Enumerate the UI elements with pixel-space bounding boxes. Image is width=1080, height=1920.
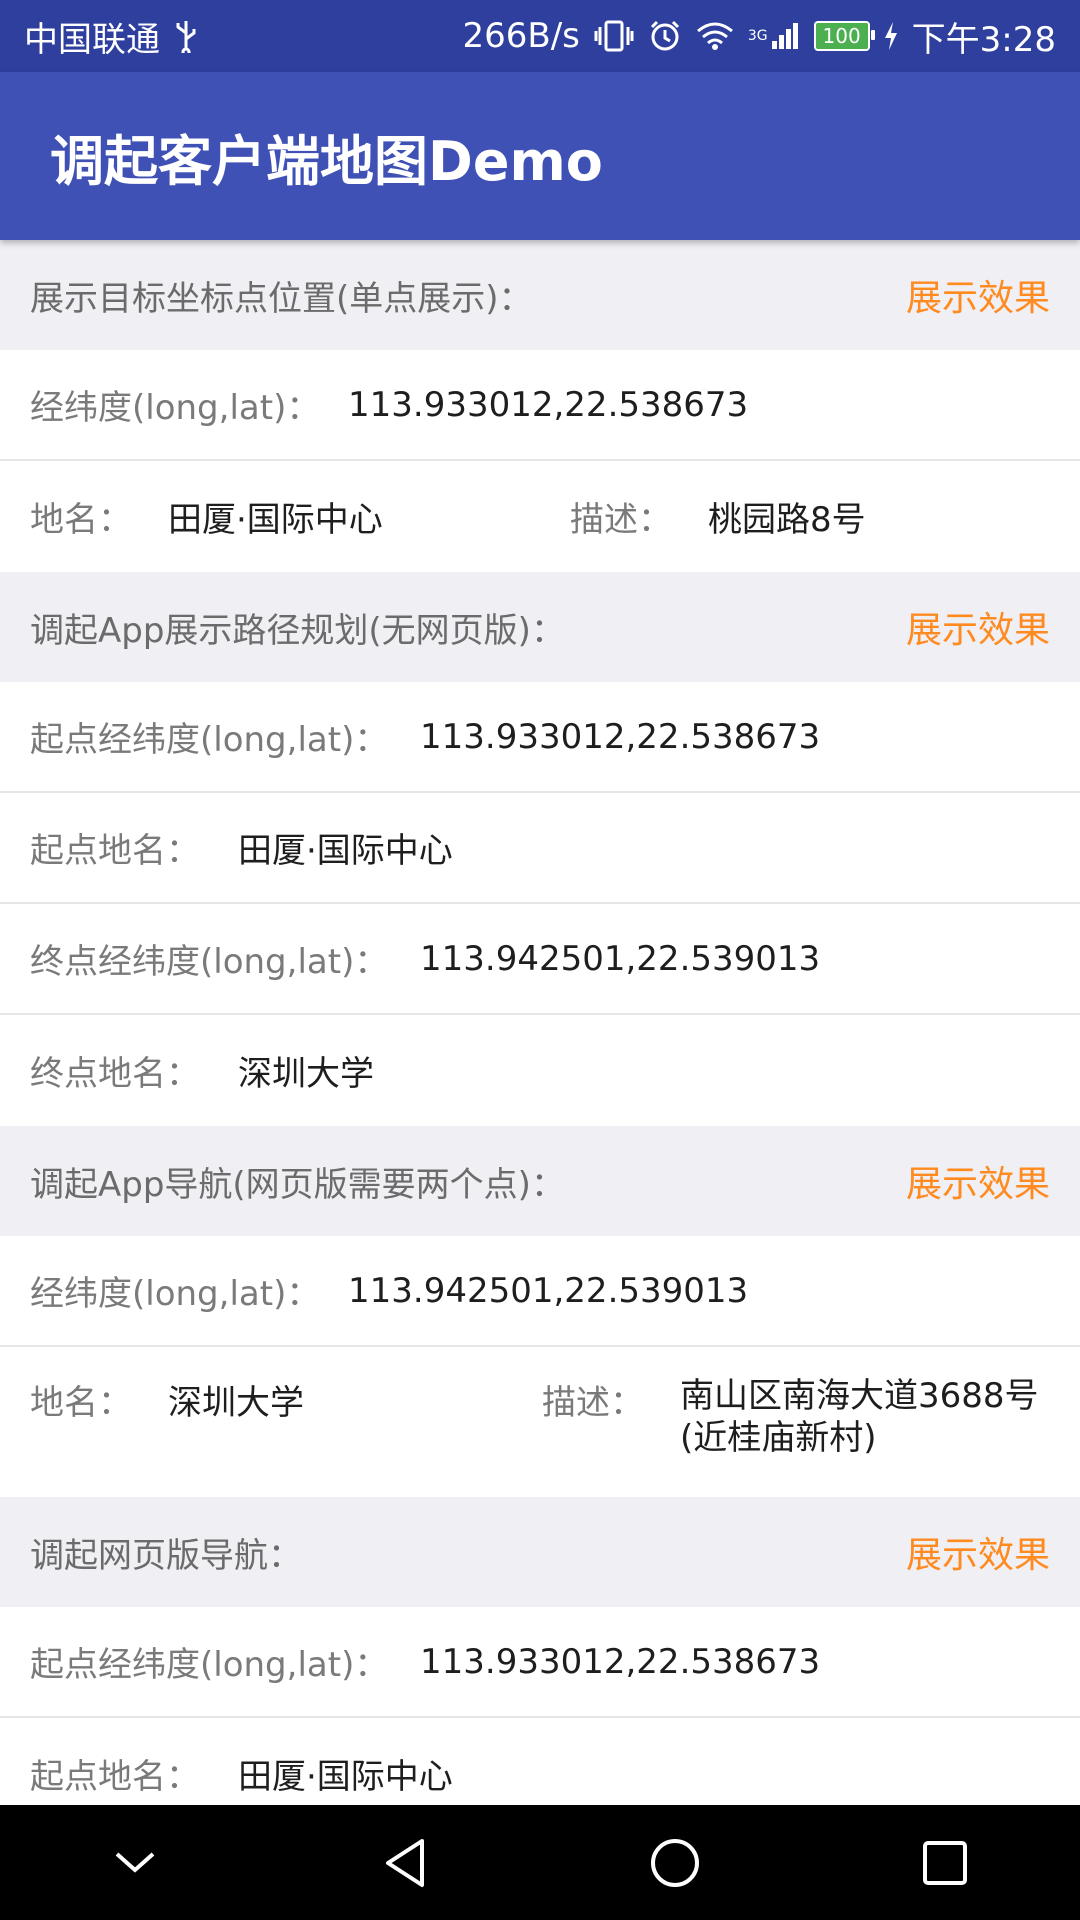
section-header-route-plan: 调起App展示路径规划(无网页版)： 展示效果	[0, 572, 1080, 682]
cell-signal-icon: 3G	[748, 21, 800, 51]
end-coord-label: 终点经纬度(long,lat)：	[30, 942, 389, 982]
start-name-value: 田厦·国际中心	[238, 1757, 453, 1797]
start-coord-label: 起点经纬度(long,lat)：	[30, 1645, 389, 1685]
coord-row: 经纬度(long,lat)： 113.933012,22.538673	[0, 350, 1080, 461]
desc-group: 描述： 桃园路8号	[570, 492, 866, 541]
desc-label: 描述：	[570, 500, 672, 540]
start-coord-label: 起点经纬度(long,lat)：	[30, 720, 389, 760]
coord-value: 113.933012,22.538673	[348, 384, 749, 425]
end-name-label: 终点地名：	[30, 1054, 200, 1094]
wifi-icon	[696, 21, 734, 51]
app-title: 调起客户端地图Demo	[50, 129, 603, 193]
recents-icon[interactable]	[885, 1805, 1005, 1920]
section-title: 调起App展示路径规划(无网页版)：	[30, 610, 565, 651]
start-coord-value: 113.933012,22.538673	[420, 716, 821, 757]
show-effect-button[interactable]: 展示效果	[906, 1526, 1050, 1578]
alarm-icon	[648, 19, 682, 53]
usb-icon	[174, 19, 198, 53]
carrier-label: 中国联通	[24, 19, 160, 60]
coord-label: 经纬度(long,lat)：	[30, 388, 321, 428]
section-title: 调起网页版导航：	[30, 1535, 302, 1576]
status-bar: 中国联通 266B/s 3G 100 下午3:28	[0, 0, 1080, 72]
app-bar: 调起客户端地图Demo	[0, 72, 1080, 240]
name-group: 地名： 深圳大学	[30, 1375, 542, 1424]
section-title: 展示目标坐标点位置(单点展示)：	[30, 278, 533, 319]
start-coord-row: 起点经纬度(long,lat)： 113.933012,22.538673	[0, 1607, 1080, 1718]
desc-line-2: (近桂庙新村)	[680, 1418, 877, 1458]
vibrate-icon	[594, 19, 634, 53]
section-title: 调起App导航(网页版需要两个点)：	[30, 1164, 565, 1205]
start-name-row: 起点地名： 田厦·国际中心	[0, 1718, 1080, 1805]
coord-label: 经纬度(long,lat)：	[30, 1274, 321, 1314]
chevron-down-icon[interactable]	[75, 1805, 195, 1920]
end-name-row: 终点地名： 深圳大学	[0, 1015, 1080, 1126]
network-type: 3G	[747, 28, 768, 44]
start-name-value: 田厦·国际中心	[238, 831, 453, 871]
desc-value: 南山区南海大道3688号 (近桂庙新村)	[680, 1375, 1050, 1459]
desc-label: 描述：	[542, 1383, 644, 1423]
section-header-web-navigation: 调起网页版导航： 展示效果	[0, 1497, 1080, 1607]
name-value: 深圳大学	[168, 1383, 304, 1423]
section-header-single-point: 展示目标坐标点位置(单点展示)： 展示效果	[0, 240, 1080, 350]
navigation-bar	[0, 1805, 1080, 1920]
start-name-row: 起点地名： 田厦·国际中心	[0, 793, 1080, 904]
desc-value: 桃园路8号	[708, 500, 866, 540]
charging-icon	[884, 22, 898, 50]
start-coord-row: 起点经纬度(long,lat)： 113.933012,22.538673	[0, 682, 1080, 793]
end-name-value: 深圳大学	[238, 1054, 374, 1094]
name-label: 地名：	[30, 500, 132, 540]
end-coord-row: 终点经纬度(long,lat)： 113.942501,22.539013	[0, 904, 1080, 1015]
show-effect-button[interactable]: 展示效果	[906, 601, 1050, 653]
end-coord-value: 113.942501,22.539013	[420, 938, 821, 979]
clock: 下午3:28	[911, 19, 1056, 60]
desc-line-1: 南山区南海大道3688号	[680, 1376, 1039, 1416]
name-desc-row: 地名： 深圳大学 描述： 南山区南海大道3688号 (近桂庙新村)	[0, 1347, 1080, 1497]
content-list[interactable]: 展示目标坐标点位置(单点展示)： 展示效果 经纬度(long,lat)： 113…	[0, 240, 1080, 1805]
show-effect-button[interactable]: 展示效果	[906, 269, 1050, 321]
home-icon[interactable]	[615, 1805, 735, 1920]
coord-value: 113.942501,22.539013	[348, 1270, 749, 1311]
section-header-navigation: 调起App导航(网页版需要两个点)： 展示效果	[0, 1126, 1080, 1236]
battery-icon: 100	[813, 21, 875, 51]
name-value: 田厦·国际中心	[168, 500, 383, 540]
coord-row: 经纬度(long,lat)： 113.942501,22.539013	[0, 1236, 1080, 1347]
start-coord-value: 113.933012,22.538673	[420, 1641, 821, 1682]
battery-level: 100	[822, 24, 861, 48]
show-effect-button[interactable]: 展示效果	[906, 1155, 1050, 1207]
network-speed: 266B/s	[462, 16, 580, 56]
desc-group: 描述： 南山区南海大道3688号 (近桂庙新村)	[542, 1375, 1050, 1459]
name-desc-row: 地名： 田厦·国际中心 描述： 桃园路8号	[0, 461, 1080, 572]
start-name-label: 起点地名：	[30, 831, 200, 871]
start-name-label: 起点地名：	[30, 1757, 200, 1797]
back-icon[interactable]	[345, 1805, 465, 1920]
name-group: 地名： 田厦·国际中心	[30, 492, 570, 541]
name-label: 地名：	[30, 1383, 132, 1423]
